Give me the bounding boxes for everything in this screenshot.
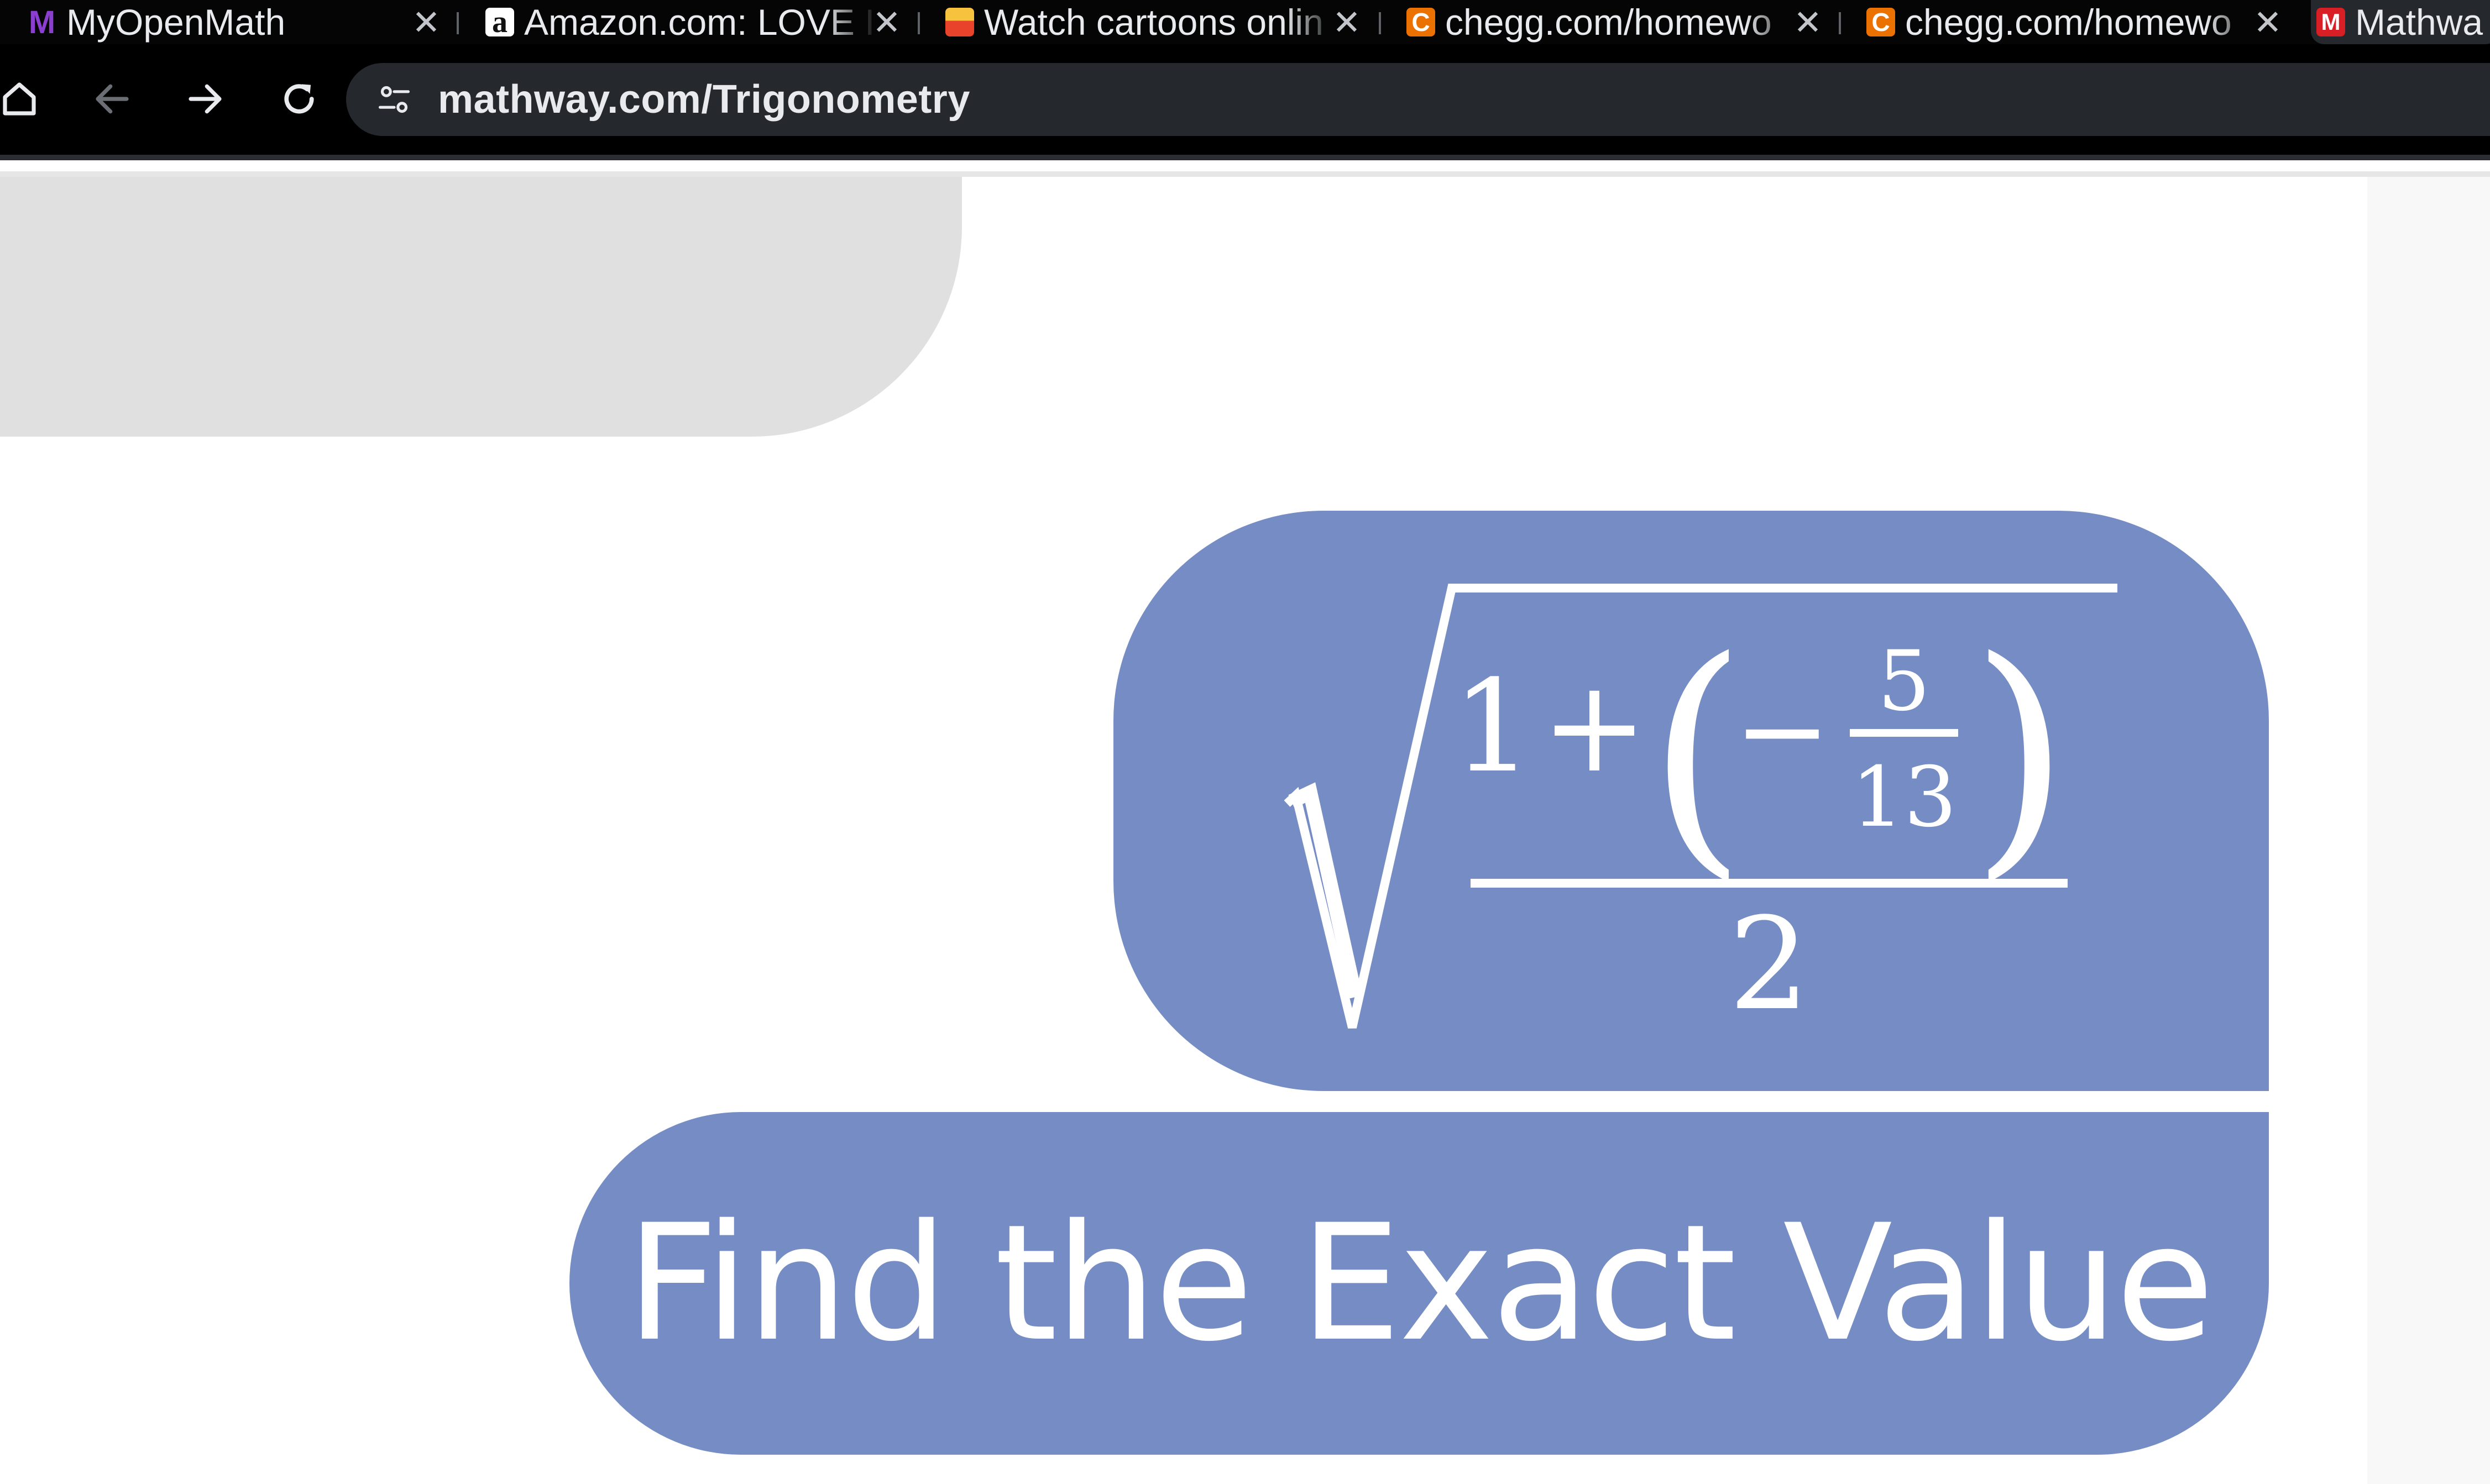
close-icon[interactable]: ✕ (2253, 0, 2282, 44)
tab-title: MyOpenMath (66, 2, 286, 43)
tab-separator (918, 12, 920, 34)
fraction-denominator: 13 (1851, 749, 1957, 846)
plus-sign: + (1541, 653, 1648, 801)
close-icon[interactable]: ✕ (872, 0, 901, 44)
tab-separator (457, 12, 459, 34)
open-paren: ( (1647, 607, 1746, 903)
page-gutter (2367, 177, 2490, 1484)
reload-button[interactable] (263, 63, 335, 135)
close-paren: ) (1970, 607, 2069, 903)
forward-arrow-icon (189, 84, 222, 114)
tab-chegg-2[interactable]: C chegg.com/homewo (1861, 0, 2259, 44)
amazon-icon: a (485, 5, 514, 39)
site-settings-icon[interactable] (369, 75, 419, 124)
tab-title: chegg.com/homewo (1445, 2, 1772, 43)
browser-toolbar: mathway.com/Trigonometry (0, 44, 2490, 160)
close-icon[interactable]: ✕ (1793, 0, 1822, 44)
tab-separator (1839, 12, 1841, 34)
math-expression: 1 + ( − 5 13 ) 2 (1284, 584, 2117, 1039)
forward-button[interactable] (169, 63, 241, 135)
reload-icon (284, 84, 314, 114)
action-label: Find the Exact Value (626, 1190, 2215, 1377)
tab-separator (1379, 12, 1381, 34)
previous-message-bubble (0, 177, 962, 437)
tab-cartoons[interactable]: Watch cartoons onlin (940, 0, 1338, 44)
tab-title: Watch cartoons onlin (984, 2, 1324, 43)
mathway-icon: M (2316, 8, 2345, 36)
page-divider (0, 171, 2490, 177)
close-icon[interactable]: ✕ (1332, 0, 1361, 44)
chegg-icon: C (1866, 8, 1895, 36)
tab-chegg-1[interactable]: C chegg.com/homewo (1401, 0, 1799, 44)
url-text[interactable]: mathway.com/Trigonometry (438, 77, 970, 122)
myopenmath-icon: M (28, 4, 56, 40)
tab-title: Amazon.com: LOVE I (524, 2, 875, 43)
home-icon (3, 82, 36, 116)
tab-strip: M MyOpenMath ✕ a Amazon.com: LOVE I ✕ Wa… (0, 0, 2490, 44)
tab-myopenmath[interactable]: M MyOpenMath (22, 0, 420, 44)
find-exact-value-bubble[interactable]: Find the Exact Value (569, 1112, 2269, 1455)
math-expression-bubble: 1 + ( − 5 13 ) 2 (1113, 511, 2269, 1091)
back-arrow-icon (96, 84, 129, 114)
cartoon-icon (945, 8, 974, 36)
tab-title: Mathwa (2355, 2, 2483, 43)
toolbar-divider (0, 155, 2490, 160)
tab-mathway[interactable]: M Mathwa (2311, 0, 2490, 44)
fraction-numerator: 5 (1877, 633, 1930, 730)
denominator-two: 2 (1729, 891, 1809, 1039)
chegg-icon: C (1406, 8, 1435, 36)
tab-amazon[interactable]: a Amazon.com: LOVE I (480, 0, 878, 44)
back-button[interactable] (76, 63, 148, 135)
numerator-one: 1 (1452, 653, 1533, 801)
address-bar[interactable]: mathway.com/Trigonometry (346, 63, 2490, 136)
close-icon[interactable]: ✕ (412, 0, 441, 44)
minus-sign: − (1734, 663, 1831, 798)
home-button[interactable] (0, 63, 55, 135)
tab-title: chegg.com/homewo (1905, 2, 2232, 43)
